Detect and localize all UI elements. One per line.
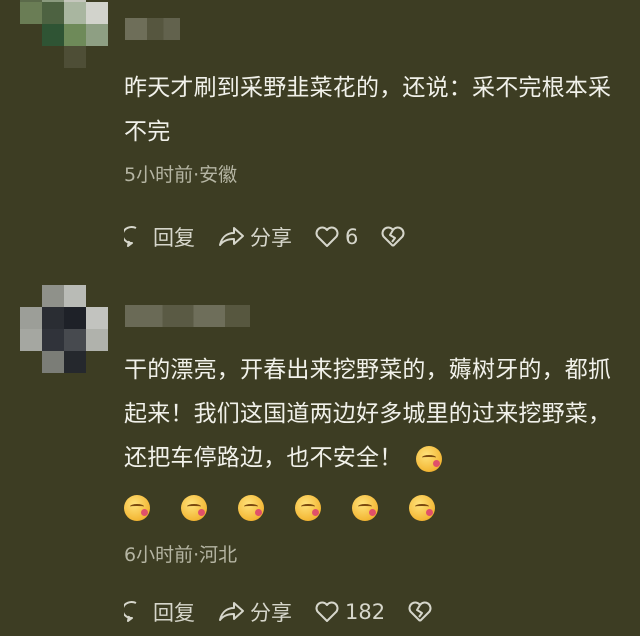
comment-item: 干的漂亮，开春出来挖野菜的，薅树牙的，都抓起来！我们这国道两边好多城里的过来挖野… <box>0 285 640 636</box>
share-icon <box>219 227 244 246</box>
dislike-button[interactable] <box>407 600 438 624</box>
kissing-face-emoji-icon <box>238 495 264 521</box>
reply-button[interactable]: 回复 <box>124 222 195 252</box>
reply-icon <box>124 226 137 247</box>
share-button[interactable]: 分享 <box>217 597 292 627</box>
username-blurred[interactable] <box>125 305 250 327</box>
comment-text: 昨天才刷到采野韭菜花的，还说：采不完根本采不完 <box>124 75 612 145</box>
share-label: 分享 <box>250 601 292 625</box>
avatar[interactable] <box>20 0 108 68</box>
like-button[interactable]: 6 <box>314 225 358 249</box>
reply-label: 回复 <box>153 601 195 625</box>
share-icon <box>219 602 244 621</box>
avatar[interactable] <box>20 285 108 373</box>
like-count: 182 <box>345 600 386 624</box>
emoji-row <box>124 495 444 521</box>
reply-button[interactable]: 回复 <box>124 597 195 627</box>
kissing-face-emoji-icon <box>409 495 435 521</box>
reply-icon <box>124 601 137 622</box>
share-label: 分享 <box>250 226 292 250</box>
broken-heart-icon <box>381 226 405 247</box>
heart-icon <box>315 601 339 622</box>
comment-actions: 回复 分享 182 <box>124 597 460 627</box>
comment-text-content: 干的漂亮，开春出来挖野菜的，薅树牙的，都抓起来！我们这国道两边好多城里的过来挖野… <box>124 357 612 471</box>
dislike-button[interactable] <box>380 225 411 249</box>
kissing-face-emoji-icon <box>181 495 207 521</box>
reply-label: 回复 <box>153 226 195 250</box>
kissing-face-emoji-icon <box>295 495 321 521</box>
comment-actions: 回复 分享 6 <box>124 222 433 252</box>
kissing-face-emoji-icon <box>352 495 378 521</box>
like-button[interactable]: 182 <box>314 600 385 624</box>
comment-text: 干的漂亮，开春出来挖野菜的，薅树牙的，都抓起来！我们这国道两边好多城里的过来挖野… <box>124 348 629 480</box>
heart-icon <box>315 226 339 247</box>
like-count: 6 <box>345 225 359 249</box>
broken-heart-icon <box>408 601 432 622</box>
username-blurred[interactable] <box>125 18 180 40</box>
share-button[interactable]: 分享 <box>217 222 292 252</box>
kissing-face-emoji-icon <box>416 445 443 472</box>
comment-meta: 6小时前·河北 <box>124 544 238 566</box>
comment-meta: 5小时前·安徽 <box>124 164 238 186</box>
comment-item: 昨天才刷到采野韭菜花的，还说：采不完根本采不完 5小时前·安徽 回复 分享 6 <box>0 0 640 270</box>
kissing-face-emoji-icon <box>124 495 150 521</box>
